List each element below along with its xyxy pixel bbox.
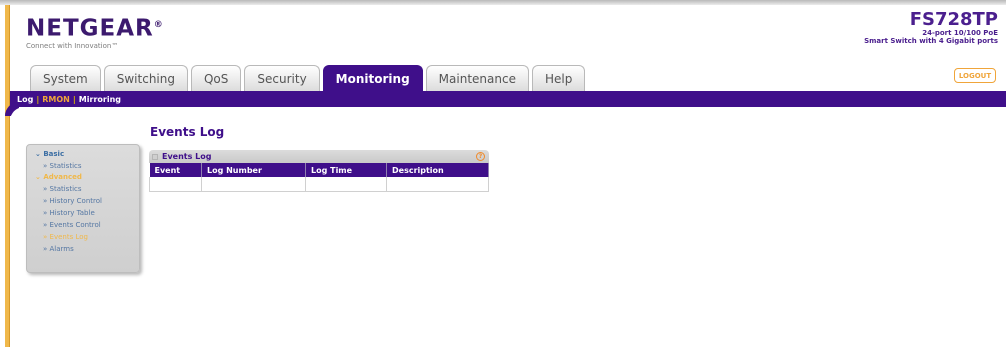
menu-basic-statistics[interactable]: » Statistics <box>27 160 139 172</box>
tab-help[interactable]: Help <box>531 65 586 91</box>
table-header-row: Event Log Number Log Time Description <box>149 163 489 177</box>
table-cell <box>201 177 306 192</box>
content-area <box>10 107 1006 347</box>
product-model: FS728TP <box>909 9 998 30</box>
top-shadow <box>0 0 1006 5</box>
menu-advanced-statistics[interactable]: » Statistics <box>27 183 139 195</box>
tab-security[interactable]: Security <box>244 65 320 91</box>
column-event: Event <box>149 163 202 177</box>
subnav-rmon[interactable]: RMON <box>42 95 70 104</box>
menu-history-control[interactable]: » History Control <box>27 195 139 207</box>
subnav-log[interactable]: Log <box>17 95 33 104</box>
logo-wordmark: NETGEAR® <box>26 15 164 42</box>
tab-switching[interactable]: Switching <box>103 65 188 91</box>
logo-tagline: Connect with Innovation™ <box>26 41 119 50</box>
column-log-time: Log Time <box>305 163 387 177</box>
table-cell <box>305 177 387 192</box>
table-cell <box>149 177 202 192</box>
tab-monitoring[interactable]: Monitoring <box>322 65 423 91</box>
logout-button[interactable]: LOGOUT <box>954 68 996 83</box>
subnav-bar: Log | RMON | Mirroring <box>10 91 1006 107</box>
menu-events-control[interactable]: » Events Control <box>27 219 139 231</box>
panel-title: Events Log <box>152 152 212 161</box>
menu-alarms[interactable]: » Alarms <box>27 243 139 255</box>
product-desc-line2: Smart Switch with 4 Gigabit ports <box>864 37 998 45</box>
events-log-table: Event Log Number Log Time Description <box>149 163 489 192</box>
table-cell <box>386 177 489 192</box>
menu-advanced[interactable]: ⌄ Advanced <box>27 172 139 183</box>
panel-collapse-icon[interactable] <box>152 153 158 160</box>
tab-maintenance[interactable]: Maintenance <box>425 65 529 91</box>
product-info: FS728TP 24-port 10/100 PoE Smart Switch … <box>864 9 998 46</box>
menu-basic[interactable]: ⌄ Basic <box>27 149 139 160</box>
panel-header: Events Log ? <box>149 150 489 163</box>
column-log-number: Log Number <box>201 163 306 177</box>
subnav-separator: | <box>36 94 40 104</box>
registered-mark: ® <box>153 20 164 30</box>
netgear-logo: NETGEAR® Connect with Innovation™ <box>26 13 164 50</box>
page-title: Events Log <box>150 125 225 139</box>
app-window: NETGEAR® Connect with Innovation™ FS728T… <box>0 0 1006 347</box>
help-icon[interactable]: ? <box>476 152 485 161</box>
main-tabs: System Switching QoS Security Monitoring… <box>30 65 586 91</box>
tab-qos[interactable]: QoS <box>190 65 242 91</box>
column-description: Description <box>386 163 489 177</box>
product-desc-line1: 24-port 10/100 PoE <box>922 29 998 37</box>
left-menu: ⌄ Basic » Statistics ⌄ Advanced » Statis… <box>26 144 140 273</box>
table-row <box>149 177 489 192</box>
panel-title-text: Events Log <box>162 152 212 161</box>
subnav-mirroring[interactable]: Mirroring <box>79 95 121 104</box>
events-log-panel: Events Log ? Event Log Number Log Time D… <box>149 150 489 192</box>
subnav-separator: | <box>72 94 76 104</box>
tab-system[interactable]: System <box>30 65 101 91</box>
menu-history-table[interactable]: » History Table <box>27 207 139 219</box>
menu-events-log[interactable]: » Events Log <box>27 231 139 243</box>
